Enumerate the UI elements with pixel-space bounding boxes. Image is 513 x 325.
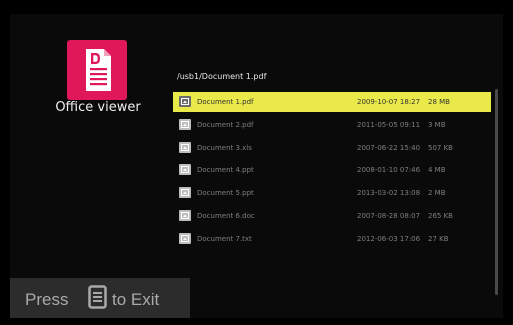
file-icon [179, 209, 191, 221]
file-icon [179, 187, 191, 199]
file-name: Document 1.pdf [197, 98, 254, 106]
file-size: 28 MB [428, 98, 450, 106]
file-list: Document 1.pdf 2009-10-07 18:27 28 MB Do… [173, 92, 491, 252]
file-date: 2012-06-03 17:06 [357, 234, 421, 243]
file-name: Document 7.txt [197, 234, 252, 243]
file-row[interactable]: Document 5.ppt 2013-03-02 13:08 2 MB [173, 183, 491, 203]
file-size: 265 KB [428, 211, 453, 220]
app-title: Office viewer [55, 100, 141, 115]
file-name: Document 2.pdf [197, 120, 254, 129]
file-row[interactable]: Document 3.xls 2007-06-22 15:40 507 KB [173, 138, 491, 158]
file-name: Document 3.xls [197, 143, 252, 152]
file-size: 27 KB [428, 234, 449, 243]
file-icon [179, 164, 191, 176]
file-date: 2013-03-02 13:08 [357, 189, 421, 198]
file-icon [179, 141, 191, 153]
file-date: 2008-01-10 07:46 [357, 166, 421, 175]
document-icon [67, 40, 127, 100]
file-row[interactable]: Document 1.pdf 2009-10-07 18:27 28 MB [173, 92, 491, 112]
file-size: 2 MB [428, 189, 446, 198]
file-date: 2007-06-22 15:40 [357, 143, 421, 152]
file-icon [179, 96, 191, 107]
file-name: Document 4.ppt [197, 166, 254, 175]
file-row[interactable]: Document 4.ppt 2008-01-10 07:46 4 MB [173, 160, 491, 180]
file-row[interactable]: Document 7.txt 2012-06-03 17:06 27 KB [173, 229, 491, 249]
file-icon [179, 232, 191, 244]
file-row[interactable]: Document 6.doc 2007-08-28 08:07 265 KB [173, 206, 491, 226]
file-name: Document 6.doc [197, 211, 255, 220]
exit-hint-to-exit: to Exit [112, 290, 160, 309]
file-date: 2011-05-05 09:11 [357, 120, 421, 129]
exit-hint-press: Press [25, 290, 69, 309]
file-name: Document 5.ppt [197, 189, 254, 198]
file-size: 3 MB [428, 120, 446, 129]
file-date: 2007-08-28 08:07 [357, 211, 421, 220]
file-date: 2009-10-07 18:27 [357, 98, 421, 106]
file-icon [179, 118, 191, 130]
file-size: 507 KB [428, 143, 453, 152]
current-path: /usb1/Document 1.pdf [177, 72, 267, 81]
file-size: 4 MB [428, 166, 446, 175]
file-row[interactable]: Document 2.pdf 2011-05-05 09:11 3 MB [173, 115, 491, 135]
menu-key-icon [88, 285, 107, 313]
scrollbar[interactable] [495, 89, 498, 295]
